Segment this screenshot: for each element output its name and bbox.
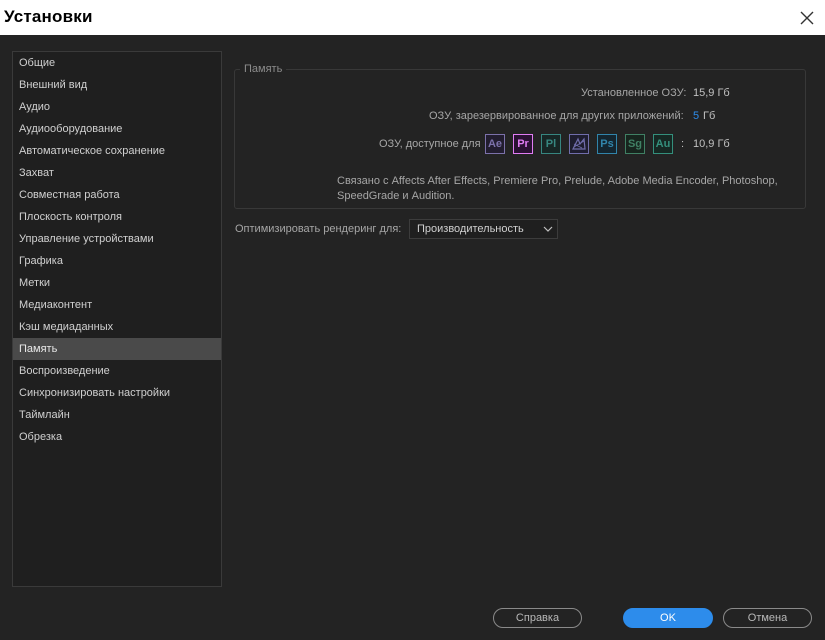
title-bar: Установки	[0, 0, 825, 35]
available-ram-value: 10,9 Гб	[693, 138, 730, 150]
prelude-icon[interactable]: Pl	[541, 134, 561, 154]
sidebar-item[interactable]: Медиаконтент	[13, 294, 221, 316]
sidebar-item[interactable]: Воспроизведение	[13, 360, 221, 382]
sidebar-item[interactable]: Метки	[13, 272, 221, 294]
available-ram-label: ОЗУ, доступное для	[379, 138, 481, 150]
sidebar-item[interactable]: Общие	[13, 52, 221, 74]
sidebar-item[interactable]: Управление устройствами	[13, 228, 221, 250]
media-encoder-icon[interactable]	[569, 134, 589, 154]
installed-ram-label: Установленное ОЗУ:	[581, 87, 687, 99]
sidebar-item[interactable]: Обрезка	[13, 426, 221, 448]
after-effects-icon[interactable]: Ae	[485, 134, 505, 154]
chevron-down-icon	[543, 220, 553, 244]
sidebar-item[interactable]: Синхронизировать настройки	[13, 382, 221, 404]
sidebar-item[interactable]: Захват	[13, 162, 221, 184]
ok-button[interactable]: OK	[623, 608, 713, 628]
photoshop-icon[interactable]: Ps	[597, 134, 617, 154]
optimize-rendering-label: Оптимизировать рендеринг для:	[235, 223, 402, 235]
premiere-pro-icon[interactable]: Pr	[513, 134, 533, 154]
sidebar-item[interactable]: Аудиооборудование	[13, 118, 221, 140]
sidebar-item[interactable]: Внешний вид	[13, 74, 221, 96]
sidebar-item[interactable]: Кэш медиаданных	[13, 316, 221, 338]
sidebar-item[interactable]: Графика	[13, 250, 221, 272]
sidebar-item[interactable]: Память	[13, 338, 221, 360]
available-ram-separator: :	[681, 138, 685, 150]
window-title: Установки	[4, 7, 93, 26]
reserved-ram-unit: Гб	[703, 110, 716, 122]
close-icon[interactable]	[795, 6, 819, 30]
memory-group-title: Память	[240, 63, 287, 75]
installed-ram-value: 15,9 Гб	[693, 87, 730, 99]
sidebar-list: Общие Внешний вид Аудио Аудиооборудование Ав…	[13, 52, 221, 448]
sidebar-item[interactable]: Плоскость контроля	[13, 206, 221, 228]
sidebar-item[interactable]: Совместная работа	[13, 184, 221, 206]
cancel-button[interactable]: Отмена	[723, 608, 812, 628]
audition-icon[interactable]: Au	[653, 134, 673, 154]
optimize-rendering-value: Производительность	[417, 223, 524, 235]
sidebar-item[interactable]: Автоматическое сохранение	[13, 140, 221, 162]
reserved-ram-value[interactable]: 5	[693, 110, 699, 122]
help-button[interactable]: Справка	[493, 608, 582, 628]
preferences-sidebar: Общие Внешний вид Аудио Аудиооборудование Ав…	[12, 51, 222, 587]
sidebar-item[interactable]: Таймлайн	[13, 404, 221, 426]
speedgrade-icon[interactable]: Sg	[625, 134, 645, 154]
reserved-ram-label: ОЗУ, зарезервированное для других прилож…	[429, 110, 684, 122]
linked-apps-text: Связано с Affects After Effects, Premier…	[337, 175, 778, 202]
sidebar-item[interactable]: Аудио	[13, 96, 221, 118]
optimize-rendering-dropdown[interactable]: Производительность	[409, 219, 558, 239]
